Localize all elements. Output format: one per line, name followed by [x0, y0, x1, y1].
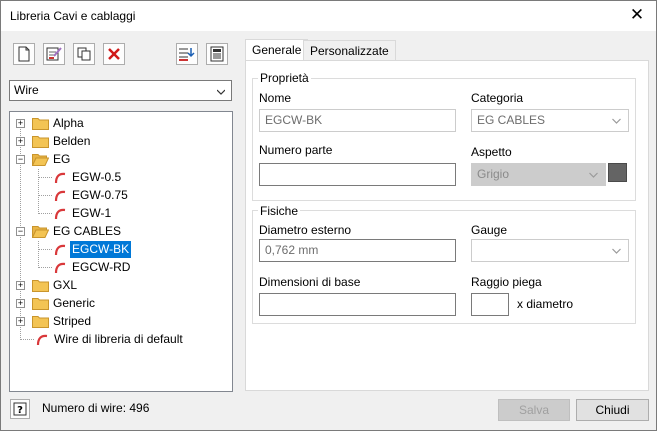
tree-item-label: EGW-0.75 [72, 188, 128, 202]
base-dimensions-field[interactable] [259, 293, 456, 316]
gauge-select[interactable] [471, 239, 629, 262]
help-icon: ? [13, 402, 27, 416]
tree-item-egw-0-75[interactable]: EGW-0.75 [10, 187, 232, 205]
wire-icon [54, 262, 66, 274]
tree-item-eg-cables[interactable]: − EG CABLES [10, 223, 232, 241]
copy-wire-button[interactable] [73, 43, 95, 65]
expand-icon[interactable]: + [16, 137, 25, 146]
tree-item-striped[interactable]: + Striped [10, 313, 232, 331]
chevron-down-icon [612, 248, 621, 254]
tree-item-label: EGW-1 [72, 206, 112, 220]
edit-wire-button[interactable] [43, 43, 65, 65]
close-icon[interactable]: ✕ [628, 6, 646, 24]
export-button[interactable] [206, 43, 228, 65]
tree-item-label: Alpha [53, 116, 84, 130]
appearance-label: Aspetto [471, 145, 512, 159]
tree-item-eg[interactable]: − EG [10, 151, 232, 169]
base-dimensions-label: Dimensioni di base [259, 275, 361, 289]
outer-diameter-label: Diametro esterno [259, 223, 352, 237]
tree-item-label-selected: EGCW-BK [70, 241, 132, 258]
category-select[interactable]: EG CABLES [471, 109, 629, 132]
category-value: EG CABLES [477, 113, 546, 127]
close-button[interactable]: Chiudi [576, 399, 649, 421]
tree-item-label: Belden [53, 134, 91, 148]
bend-radius-label: Raggio piega [471, 275, 542, 289]
expand-icon[interactable]: + [16, 281, 25, 290]
expand-icon[interactable]: + [16, 119, 25, 128]
folder-icon [32, 136, 49, 148]
wire-icon [54, 172, 66, 184]
wire-library-tree[interactable]: + Alpha + Belden − EG EGW-0.5 EGW-0.75 E… [9, 111, 233, 392]
name-field[interactable]: EGCW-BK [259, 109, 456, 132]
appearance-color-swatch[interactable] [608, 163, 627, 182]
edit-icon [46, 47, 62, 61]
wire-type-value: Wire [14, 83, 39, 97]
copy-icon [77, 47, 91, 61]
appearance-value: Grigio [477, 167, 510, 181]
table-icon [210, 46, 224, 62]
appearance-select[interactable]: Grigio [471, 163, 606, 186]
folder-icon [32, 298, 49, 310]
chevron-down-icon [217, 89, 225, 95]
tree-item-default-library-wire[interactable]: Wire di libreria di default [10, 331, 232, 349]
tree-item-label: EG [53, 152, 71, 166]
category-label: Categoria [471, 91, 524, 105]
name-label: Nome [259, 91, 292, 105]
collapse-icon[interactable]: − [16, 155, 25, 164]
tree-item-label: EG CABLES [53, 224, 122, 238]
delete-wire-button[interactable] [103, 43, 125, 65]
help-button[interactable]: ? [10, 399, 30, 419]
chevron-down-icon [612, 118, 621, 124]
tab-generale[interactable]: Generale [245, 39, 309, 61]
title-bar: Libreria Cavi e cablaggi ✕ [1, 1, 656, 31]
tree-item-label: Striped [53, 314, 92, 328]
tree-item-egcw-rd[interactable]: EGCW-RD [10, 259, 232, 277]
tree-item-label: EGW-0.5 [72, 170, 122, 184]
wire-icon [54, 244, 66, 256]
tree-item-alpha[interactable]: + Alpha [10, 115, 232, 133]
tree-item-label: Generic [53, 296, 96, 310]
expand-icon[interactable]: + [16, 299, 25, 308]
wire-icon [36, 334, 48, 346]
tree-item-label: Wire di libreria di default [54, 332, 183, 346]
properties-group-title: Proprietà [258, 71, 311, 85]
save-button[interactable]: Salva [498, 399, 570, 421]
tree-item-label: EGCW-RD [72, 260, 131, 274]
tree-item-generic[interactable]: + Generic [10, 295, 232, 313]
wire-type-select[interactable]: Wire [9, 80, 232, 101]
new-wire-button[interactable] [13, 43, 35, 65]
tree-item-belden[interactable]: + Belden [10, 133, 232, 151]
chevron-down-icon [589, 172, 598, 178]
tree-item-label: GXL [53, 278, 78, 292]
physical-group-title: Fisiche [258, 204, 301, 218]
part-number-field[interactable] [259, 163, 456, 186]
open-folder-icon [32, 226, 49, 238]
tree-item-gxl[interactable]: + GXL [10, 277, 232, 295]
wire-count-status: Numero di wire: 496 [42, 401, 150, 415]
import-icon [179, 48, 195, 61]
wire-icon [54, 190, 66, 202]
folder-icon [32, 316, 49, 328]
dialog-window: Libreria Cavi e cablaggi ✕ Wire + Alpha … [0, 0, 657, 431]
wire-icon [54, 208, 66, 220]
window-title: Libreria Cavi e cablaggi [10, 9, 136, 23]
import-button[interactable] [176, 43, 198, 65]
open-folder-icon [32, 154, 49, 166]
collapse-icon[interactable]: − [16, 227, 25, 236]
expand-icon[interactable]: + [16, 317, 25, 326]
svg-text:?: ? [17, 405, 23, 416]
gauge-label: Gauge [471, 223, 508, 237]
bend-radius-unit: x diametro [517, 297, 574, 311]
delete-icon [108, 48, 120, 60]
tab-personalizzate[interactable]: Personalizzate [303, 40, 396, 61]
tree-item-egw-1[interactable]: EGW-1 [10, 205, 232, 223]
tree-item-egw-0-5[interactable]: EGW-0.5 [10, 169, 232, 187]
new-document-icon [18, 46, 30, 62]
outer-diameter-field[interactable]: 0,762 mm [259, 239, 456, 262]
part-number-label: Numero parte [259, 143, 333, 157]
bend-radius-field[interactable] [471, 293, 509, 316]
tree-item-egcw-bk[interactable]: EGCW-BK [10, 241, 232, 259]
folder-icon [32, 118, 49, 130]
folder-icon [32, 280, 49, 292]
